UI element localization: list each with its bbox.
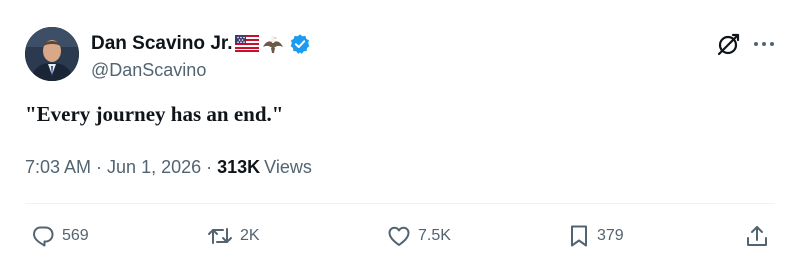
- repost-button[interactable]: 2K: [206, 222, 260, 250]
- author-handle[interactable]: @DanScavino: [91, 60, 206, 81]
- like-button[interactable]: 7.5K: [386, 222, 451, 250]
- tweet-time[interactable]: 7:03 AM: [25, 157, 91, 178]
- avatar[interactable]: [25, 27, 79, 81]
- repost-icon: [206, 223, 234, 249]
- views-count[interactable]: 313K: [217, 157, 260, 178]
- bookmark-icon: [567, 223, 591, 249]
- tweet-meta: 7:03 AM · Jun 1, 2026 · 313K Views: [25, 157, 312, 178]
- us-flag-icon: [234, 34, 259, 52]
- repost-count: 2K: [240, 227, 260, 244]
- tweet-card: Dan Scavino Jr. @DanScavino "Every journ…: [0, 0, 800, 264]
- grok-icon[interactable]: [715, 32, 741, 58]
- bookmark-count: 379: [597, 227, 624, 244]
- reply-count: 569: [62, 227, 89, 244]
- reply-icon: [30, 223, 56, 249]
- verified-icon[interactable]: [289, 33, 311, 55]
- bookmark-button[interactable]: 379: [567, 222, 624, 250]
- tweet-text: "Every journey has an end.": [25, 102, 284, 126]
- divider: [25, 203, 775, 204]
- more-icon[interactable]: [751, 34, 777, 54]
- author-name-row[interactable]: Dan Scavino Jr.: [91, 32, 311, 56]
- share-icon: [744, 223, 770, 249]
- author-display-name[interactable]: Dan Scavino Jr.: [91, 33, 233, 55]
- like-icon: [386, 223, 412, 249]
- like-count: 7.5K: [418, 227, 451, 244]
- eagle-icon: [262, 34, 284, 54]
- share-button[interactable]: [744, 222, 770, 250]
- avatar-image: [25, 27, 79, 81]
- meta-separator: ·: [206, 157, 213, 177]
- tweet-date[interactable]: Jun 1, 2026: [107, 157, 201, 178]
- reply-button[interactable]: 569: [30, 222, 89, 250]
- meta-separator: ·: [96, 157, 103, 177]
- views-label[interactable]: Views: [264, 157, 312, 178]
